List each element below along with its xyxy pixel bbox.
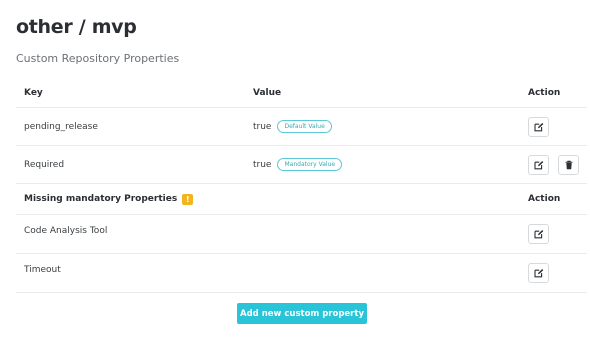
property-value: true [253,121,272,132]
header-key: Key [24,87,43,98]
edit-icon [533,160,543,169]
property-key: Required [24,159,65,170]
default-value-badge: Default Value [277,120,332,133]
table-row: Required true Mandatory Value [16,146,587,184]
table-header: Key Value Action [16,78,587,108]
page-title: other / mvp [16,16,137,38]
table-row: Timeout [16,254,587,293]
header-action: Action [528,87,561,98]
edit-icon [533,122,543,131]
property-key: Code Analysis Tool [24,226,108,236]
edit-icon [533,269,543,278]
mandatory-value-badge: Mandatory Value [277,158,343,171]
edit-button[interactable] [528,263,549,283]
edit-button[interactable] [528,116,549,137]
page-subtitle: Custom Repository Properties [16,52,180,65]
warning-icon: ! [182,193,194,205]
missing-properties-header: Missing mandatory Properties ! Action [16,184,587,215]
header-action: Action [528,194,561,204]
delete-button[interactable] [558,154,579,175]
trash-icon [565,160,572,169]
property-value: true [253,159,272,170]
table-row: pending_release true Default Value [16,108,587,146]
property-key: Timeout [24,265,61,275]
properties-table: Key Value Action pending_release true De… [16,78,587,293]
edit-button[interactable] [528,154,549,175]
header-value: Value [253,87,282,98]
edit-icon [533,230,543,239]
property-key: pending_release [24,121,98,132]
missing-properties-title: Missing mandatory Properties [24,194,178,204]
table-row: Code Analysis Tool [16,215,587,254]
edit-button[interactable] [528,224,549,244]
add-custom-property-button[interactable]: Add new custom property [237,303,367,324]
